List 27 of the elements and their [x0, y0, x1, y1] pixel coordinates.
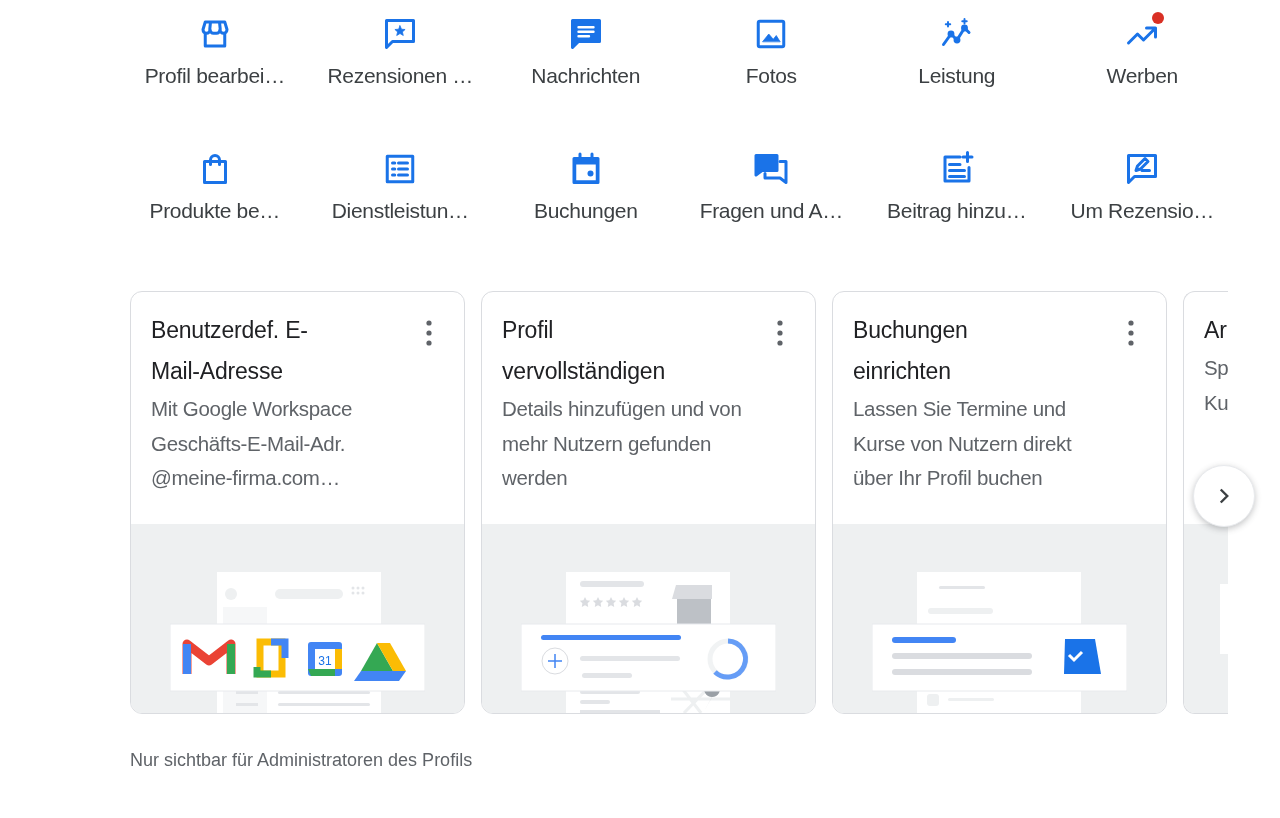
action-button[interactable]: Nachrichten — [531, 16, 641, 102]
suggestion-card[interactable]: Profil vervollständigen Details hinzufügen und von mehr Nutzern gefunden werden — [481, 291, 816, 714]
action-button[interactable]: Rezensionen … — [327, 16, 473, 102]
action-button[interactable]: Profil bearbei… — [144, 16, 285, 102]
admin-visibility-note: Nur sichtbar für Administratoren des Profils — [130, 750, 474, 771]
card-title: Benutzerdef. E-Mail-Adresse — [151, 316, 309, 386]
action-button[interactable]: Beitrag hinzu… — [887, 151, 1027, 237]
card-description: Lassen Sie Termine und Kurse von Nutzern direkt über Ihr Profil buchen — [853, 396, 1073, 491]
card-title: Buchungen einrichten — [853, 316, 969, 386]
action-button[interactable]: Fotos — [745, 16, 797, 102]
card-description: Mit Google Workspace Geschäfts-E-Mail-Adr. @meine-firma.com… — [151, 396, 353, 491]
action-button[interactable]: Leistung — [918, 16, 996, 102]
suggestion-card[interactable]: Buchungen einrichten Lassen Sie Termine und Kurse von Nutzern direkt über Ihr Profil buchen — [832, 291, 1167, 714]
action-button[interactable]: Buchungen — [533, 151, 638, 237]
calendar-day-number: 31 — [318, 654, 332, 668]
card-description: Details hinzufügen und von mehr Nutzern gefunden werden — [502, 396, 743, 491]
suggestion-card[interactable]: Benutzerdef. E-Mail-Adresse Mit Google Workspace Geschäfts-E-Mail-Adr. @meine-firma.com… 31 — [130, 291, 465, 714]
suggestion-card[interactable]: Ar Sp Ku — [1183, 291, 1228, 714]
action-button[interactable]: Fragen und A… — [699, 151, 843, 237]
action-button[interactable]: Produkte be… — [149, 151, 281, 237]
chat-bubbles-icon — [753, 151, 790, 187]
action-button[interactable]: Dienstleistun… — [331, 151, 469, 237]
action-button[interactable]: Werben — [1106, 16, 1178, 102]
action-button[interactable]: Um Rezensio… — [1070, 151, 1214, 237]
card-title: Ar — [1204, 316, 1228, 345]
card-title: Profil vervollständigen — [502, 316, 666, 386]
card-description: Sp Ku — [1204, 355, 1226, 416]
